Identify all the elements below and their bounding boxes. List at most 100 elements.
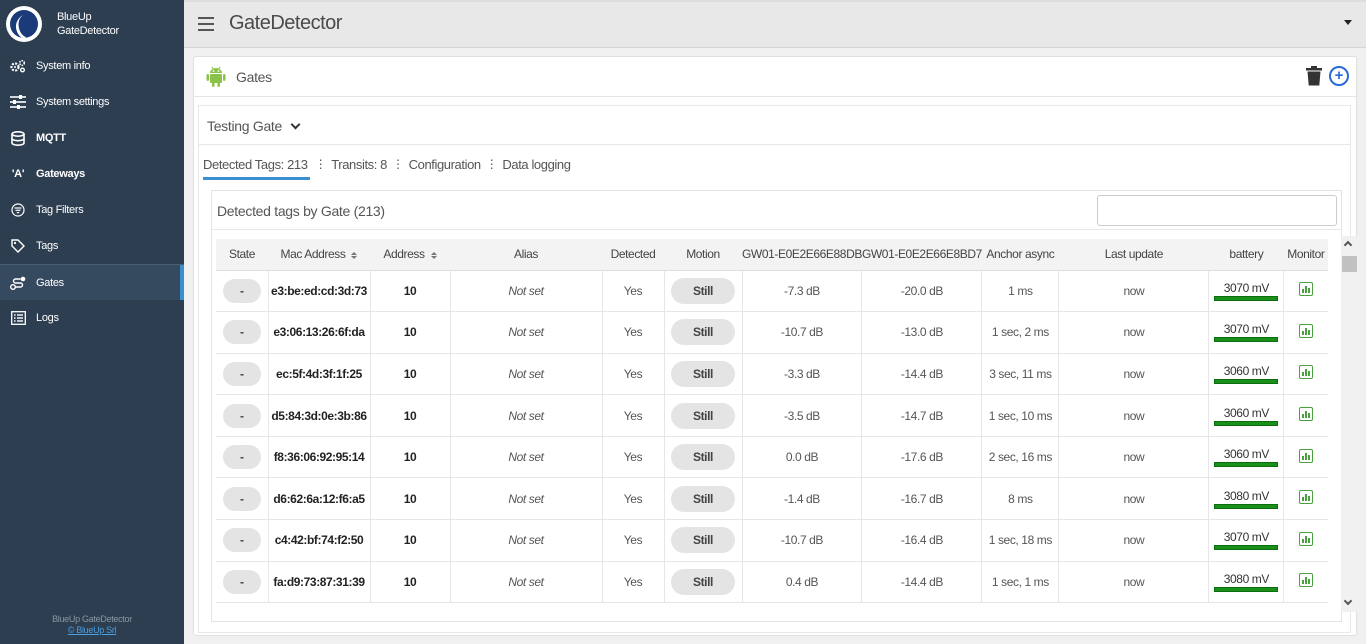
bar-chart-icon[interactable] — [1299, 490, 1314, 505]
hamburger-menu-icon[interactable] — [198, 17, 214, 31]
battery-indicator: 3070 mV — [1214, 322, 1279, 343]
trash-icon[interactable] — [1306, 66, 1322, 86]
detected-cell: Yes — [602, 477, 665, 521]
col-header-mac-address[interactable]: Mac Address — [268, 239, 370, 271]
sidebar-item-logs[interactable]: Logs — [0, 300, 184, 336]
tab-detected-tags[interactable]: Detected Tags: 213 — [203, 157, 310, 180]
col-header-last-update[interactable]: Last update — [1058, 239, 1209, 271]
state-button[interactable]: - — [222, 361, 261, 386]
table-row[interactable]: - fa:d9:73:87:31:39 10 Not set Yes Still 0.4 d… — [216, 561, 1328, 604]
gate-selector[interactable]: Testing Gate — [207, 118, 301, 134]
gate-detail: Testing Gate Detected Tags: 213 ⋮ Transi… — [198, 105, 1351, 633]
sidebar-item-tag-filters[interactable]: Tag Filters — [0, 192, 184, 228]
col-header-battery[interactable]: battery — [1208, 239, 1284, 271]
monitor-cell — [1283, 519, 1328, 562]
col-header-monitor[interactable]: Monitor — [1283, 239, 1328, 271]
battery-indicator: 3060 mV — [1214, 447, 1279, 468]
add-gate-button[interactable]: + — [1329, 66, 1349, 86]
battery-value: 3080 mV — [1223, 488, 1270, 503]
col-header-alias[interactable]: Alias — [450, 239, 602, 271]
last-update-cell: now — [1058, 353, 1210, 396]
battery-bar — [1214, 420, 1279, 426]
sidebar-item-system-settings[interactable]: System settings — [0, 84, 184, 120]
alias-cell: Not set — [450, 270, 603, 313]
sidebar-item-gates[interactable]: Gates — [0, 264, 184, 300]
col-header-gw2[interactable]: GW01-E0E2E66E8BD7 — [861, 239, 982, 271]
sidebar-item-mqtt[interactable]: MQTT — [0, 120, 184, 156]
detected-tags-table: State Mac Address Address Alias Detected… — [216, 239, 1328, 604]
vertical-scrollbar[interactable] — [1341, 236, 1358, 612]
brand[interactable]: BlueUp GateDetector — [0, 0, 184, 48]
state-button[interactable]: - — [222, 320, 261, 345]
battery-bar — [1214, 586, 1279, 592]
mac-address-cell: f8:36:06:92:95:14 — [268, 436, 371, 479]
address-cell: 10 — [370, 311, 451, 354]
scroll-down-icon[interactable] — [1343, 596, 1353, 606]
monitor-cell — [1283, 436, 1328, 479]
card-header: Gates — [194, 57, 1356, 97]
table-row[interactable]: - f8:36:06:92:95:14 10 Not set Yes Still 0.0 d… — [216, 436, 1328, 479]
table-row[interactable]: - c4:42:bf:74:f2:50 10 Not set Yes Still -10.7… — [216, 519, 1328, 562]
state-cell: - — [216, 519, 269, 562]
tab-configuration[interactable]: Configuration — [409, 157, 482, 180]
battery-cell: 3060 mV — [1208, 394, 1285, 437]
gates-card: Gates + Testing Gate Detected Tags: 213 … — [193, 56, 1357, 636]
tab-data-logging[interactable]: Data logging — [502, 157, 571, 180]
bar-chart-icon[interactable] — [1299, 407, 1314, 422]
address-cell: 10 — [370, 394, 451, 437]
bar-chart-icon[interactable] — [1299, 323, 1314, 338]
motion-badge: Still — [671, 527, 735, 554]
anchor-async-cell: 1 sec, 1 ms — [981, 561, 1060, 604]
table-row[interactable]: - e3:be:ed:cd:3d:73 10 Not set Yes Still -7.3 … — [216, 270, 1328, 313]
mac-address-cell: d6:62:6a:12:f6:a5 — [268, 477, 371, 521]
col-header-anchor-async[interactable]: Anchor async — [981, 239, 1059, 271]
android-icon — [206, 66, 226, 88]
col-header-label: Address — [383, 247, 425, 262]
bar-chart-icon[interactable] — [1299, 573, 1314, 588]
col-header-detected[interactable]: Detected — [602, 239, 664, 271]
user-menu-caret-icon[interactable] — [1344, 20, 1352, 25]
state-button[interactable]: - — [222, 445, 261, 470]
search-input[interactable] — [1097, 195, 1337, 226]
sidebar-item-gateways[interactable]: 'A' Gateways — [0, 156, 184, 192]
footer-copyright-link[interactable]: © BlueUp Srl — [0, 625, 184, 636]
tab-transits[interactable]: Transits: 8 — [331, 157, 387, 180]
anchor-async-cell: 1 sec, 18 ms — [981, 519, 1060, 562]
table-row[interactable]: - d5:84:3d:0e:3b:86 10 Not set Yes Still -3.5 … — [216, 394, 1328, 437]
motion-cell: Still — [664, 477, 743, 521]
scrollbar-thumb[interactable] — [1342, 256, 1357, 272]
bar-chart-icon[interactable] — [1299, 531, 1314, 546]
gate-selector-value: Testing Gate — [207, 118, 282, 134]
alias-cell: Not set — [450, 477, 603, 521]
table-header-row: State Mac Address Address Alias Detected… — [216, 239, 1328, 271]
state-button[interactable]: - — [222, 403, 261, 428]
col-header-motion[interactable]: Motion — [664, 239, 742, 271]
battery-bar — [1214, 462, 1279, 468]
state-button[interactable]: - — [222, 528, 261, 553]
col-header-gw1[interactable]: GW01-E0E2E66E88DB — [742, 239, 862, 271]
col-header-state[interactable]: State — [216, 239, 268, 271]
sidebar-item-system-info[interactable]: System info — [0, 48, 184, 84]
battery-bar — [1214, 295, 1279, 301]
col-header-address[interactable]: Address — [370, 239, 450, 271]
last-update-cell: now — [1058, 477, 1210, 521]
state-button[interactable]: - — [222, 486, 261, 511]
battery-value: 3070 mV — [1223, 280, 1270, 295]
gw2-rssi-cell: -14.4 dB — [861, 561, 983, 604]
state-button[interactable]: - — [222, 278, 261, 303]
motion-cell: Still — [664, 353, 743, 396]
bar-chart-icon[interactable] — [1299, 448, 1314, 463]
state-cell: - — [216, 394, 269, 437]
bar-chart-icon[interactable] — [1299, 282, 1314, 297]
scroll-up-icon[interactable] — [1343, 240, 1353, 250]
bar-chart-icon[interactable] — [1299, 365, 1314, 380]
footer-app-name: BlueUp GateDetector — [52, 614, 132, 624]
gw2-rssi-cell: -14.4 dB — [861, 353, 983, 396]
table-body: - e3:be:ed:cd:3d:73 10 Not set Yes Still -7.3 … — [216, 270, 1328, 604]
sidebar-item-tags[interactable]: Tags — [0, 228, 184, 264]
state-button[interactable]: - — [222, 569, 261, 594]
sort-icon — [431, 252, 437, 259]
table-row[interactable]: - d6:62:6a:12:f6:a5 10 Not set Yes Still -1.4 … — [216, 477, 1328, 521]
table-row[interactable]: - ec:5f:4d:3f:1f:25 10 Not set Yes Still -3.3 … — [216, 353, 1328, 396]
table-row[interactable]: - e3:06:13:26:6f:da 10 Not set Yes Still -10.7… — [216, 311, 1328, 354]
